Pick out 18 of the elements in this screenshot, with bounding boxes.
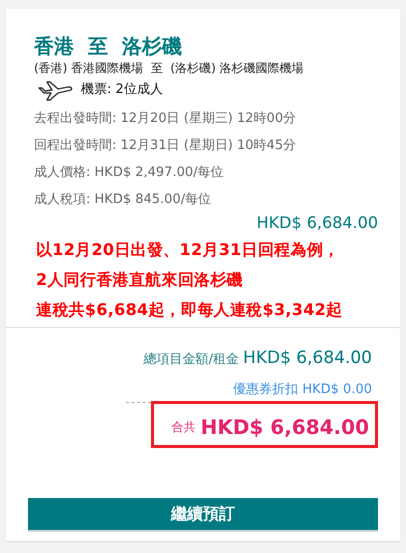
promo-annotation-text: 2人同行香港直航來回洛杉磯 xyxy=(36,269,244,291)
tickets-text: 機票: 2位成人 xyxy=(81,81,163,100)
total-label: 合共 xyxy=(172,418,196,436)
airplane-icon xyxy=(36,79,74,101)
total-amount: HKD$ 6,684.00 xyxy=(200,414,369,440)
subtotal-amount: HKD$ 6,684.00 xyxy=(256,213,378,233)
route-title: 香港 至 洛杉磯 xyxy=(34,33,183,59)
promo-annotation-text: 連稅共$6,684起，即每人連稅$3,342起 xyxy=(36,299,344,321)
trip-detail-text: 去程出發時間: 12月20日 (星期三) 12時00分 xyxy=(34,110,298,128)
continue-booking-button[interactable]: 繼續預訂 xyxy=(28,498,378,532)
trip-detail-text: 成人價格: HKD$ 2,497.00/每位 xyxy=(34,164,224,182)
fare-label: 總項目金額/租金 xyxy=(144,351,240,369)
airports-text: (香港) 香港國際機場 至 (洛杉磯) 洛杉磯國際機場 xyxy=(34,60,305,77)
promo-annotation-text: 以12月20日出發、12月31日回程為例， xyxy=(36,239,340,261)
trip-detail-text: 成人稅項: HKD$ 845.00/每位 xyxy=(34,191,212,209)
coupon-discount-text: 優惠券折扣 HKD$ 0.00 xyxy=(233,380,372,398)
trip-detail-text: 回程出發時間: 12月31日 (星期日) 10時45分 xyxy=(34,137,298,155)
fare-amount: HKD$ 6,684.00 xyxy=(243,347,372,370)
